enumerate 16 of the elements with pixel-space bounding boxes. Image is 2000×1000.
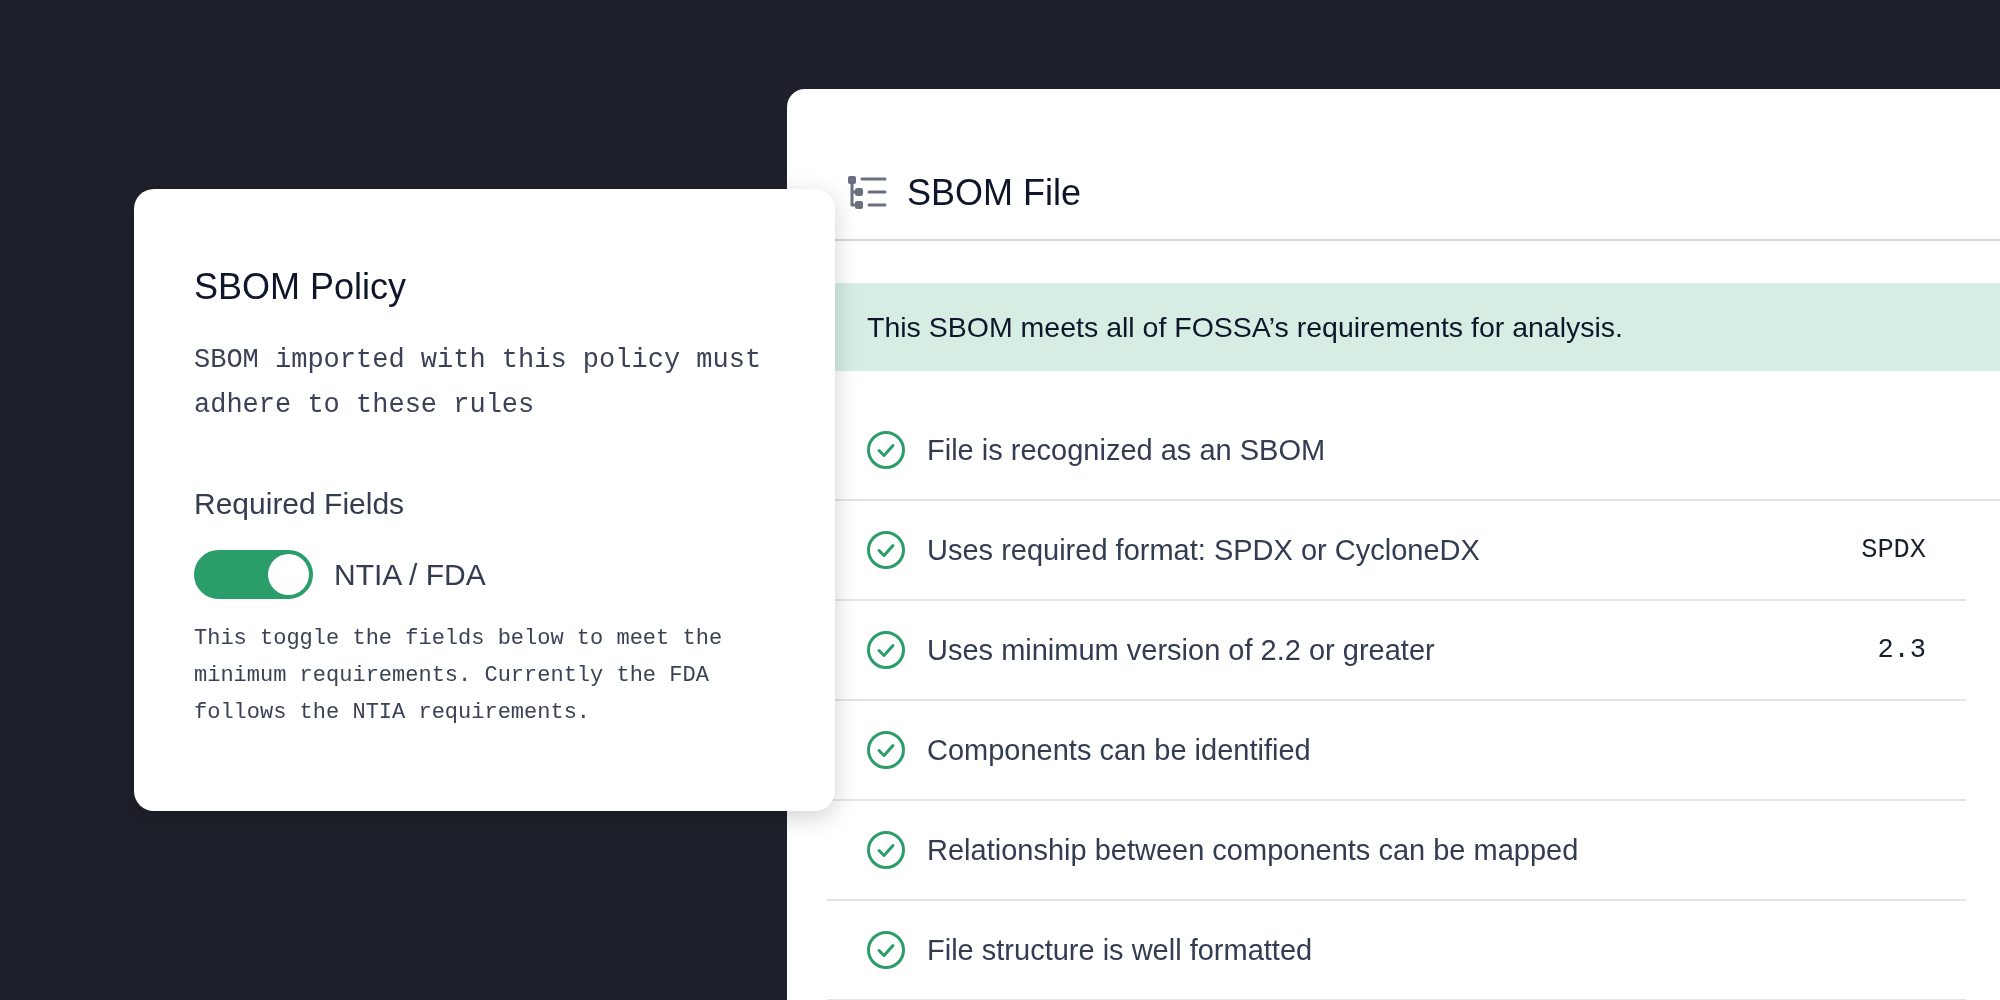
check-label: File structure is well formatted [927,933,1313,967]
section-title: Required Fields [194,486,406,522]
check-label: File is recognized as an SBOM [927,433,1326,467]
tree-list-icon [847,175,887,211]
card-title: SBOM Policy [194,265,408,309]
card-description: SBOM imported with this policy must adhere to these rules [194,344,763,422]
check-label: Relationship between components can be mapped [927,833,1579,867]
check-label: Components can be identified [927,733,1311,767]
panel-title: SBOM File [907,171,1082,215]
toggle-switch[interactable] [194,550,313,599]
toggle-label: NTIA / FDA [334,557,486,592]
check-label: Uses required format: SPDX or CycloneDX [927,533,1480,567]
check-label: Uses minimum version of 2.2 or greater [927,633,1435,667]
check-value: SPDX [1861,535,1926,565]
check-value: 2.3 [1877,635,1926,665]
help-text: This toggle the fields below to meet the minimum requirements. Currently the FDA follows the NTIA requirements. [194,625,724,727]
